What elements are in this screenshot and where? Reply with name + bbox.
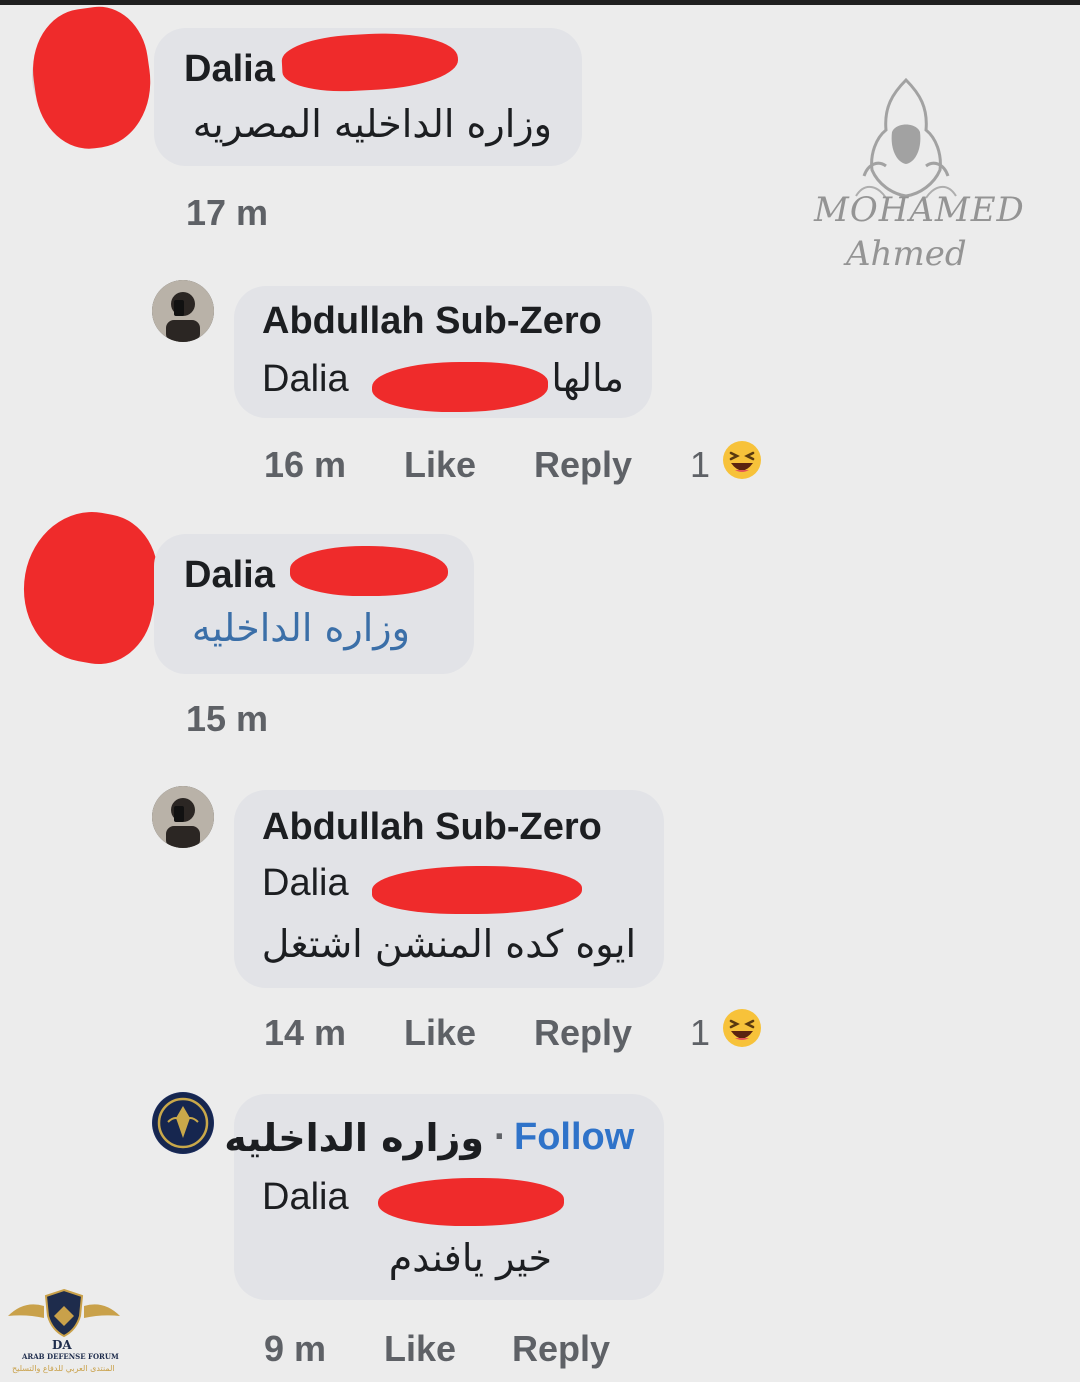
separator-dot: · [494, 1116, 507, 1158]
comment-text: وزاره الداخليه [191, 606, 410, 650]
comment-timestamp[interactable]: 15 m [186, 698, 268, 740]
name-redaction [290, 546, 448, 596]
winged-shield-icon [8, 1288, 120, 1338]
mention-redaction [372, 866, 582, 914]
mention-link[interactable]: Dalia [262, 862, 349, 905]
artist-watermark-line1: MOHAMED [814, 190, 1025, 230]
avatar-abdullah-1[interactable] [152, 280, 214, 342]
comment-author[interactable]: Dalia [184, 554, 275, 597]
reaction-count[interactable]: 1 [690, 1012, 710, 1054]
comment-timestamp[interactable]: 16 m [264, 444, 346, 486]
laughing-emoji-icon[interactable] [722, 440, 762, 480]
comment-text: ايوه كده المنشن اشتغل [261, 922, 636, 966]
comment-thread-screenshot: Dalia وزاره الداخليه المصريه 17 m MOHAME… [0, 0, 1080, 1382]
mention-redaction [372, 362, 548, 412]
reaction-count[interactable]: 1 [690, 444, 710, 486]
comment-text: خير يافندم [388, 1236, 552, 1280]
comment-author[interactable]: Abdullah Sub-Zero [262, 300, 602, 343]
avatar-ministry[interactable] [152, 1092, 214, 1154]
mention-link[interactable]: Dalia [262, 358, 349, 401]
forum-watermark: DA ARAB DEFENSE FORUM المنتدى العربي للد… [4, 1286, 124, 1378]
comment-timestamp[interactable]: 17 m [186, 192, 268, 234]
forum-name: ARAB DEFENSE FORUM [22, 1352, 119, 1361]
comment-timestamp[interactable]: 9 m [264, 1328, 326, 1370]
user-photo-icon [152, 786, 214, 848]
comment-author[interactable]: وزاره الداخليه [224, 1116, 484, 1160]
reply-button[interactable]: Reply [512, 1328, 610, 1370]
avatar-redaction [11, 501, 169, 673]
comment-author[interactable]: Abdullah Sub-Zero [262, 806, 602, 849]
like-button[interactable]: Like [404, 1012, 476, 1054]
comment-author[interactable]: Dalia [184, 48, 275, 91]
top-border [0, 0, 1080, 5]
like-button[interactable]: Like [384, 1328, 456, 1370]
comment-text: وزاره الداخليه المصريه [192, 102, 552, 146]
police-emblem-icon [153, 1093, 213, 1153]
reply-button[interactable]: Reply [534, 444, 632, 486]
reply-button[interactable]: Reply [534, 1012, 632, 1054]
mention-link[interactable]: Dalia [262, 1176, 349, 1219]
avatar-abdullah-2[interactable] [152, 786, 214, 848]
artist-watermark: MOHAMED Ahmed [806, 72, 1024, 282]
artist-watermark-line2: Ahmed [846, 234, 967, 274]
follow-button[interactable]: Follow [514, 1116, 634, 1159]
laughing-emoji-icon[interactable] [722, 1008, 762, 1048]
forum-name-arabic: المنتدى العربي للدفاع والتسليح [12, 1364, 115, 1373]
like-button[interactable]: Like [404, 444, 476, 486]
mention-redaction [378, 1178, 564, 1226]
avatar-redaction [24, 0, 160, 156]
user-photo-icon [152, 280, 214, 342]
comment-text: مالها [551, 356, 624, 400]
comment-timestamp[interactable]: 14 m [264, 1012, 346, 1054]
forum-initials: DA [52, 1338, 72, 1352]
